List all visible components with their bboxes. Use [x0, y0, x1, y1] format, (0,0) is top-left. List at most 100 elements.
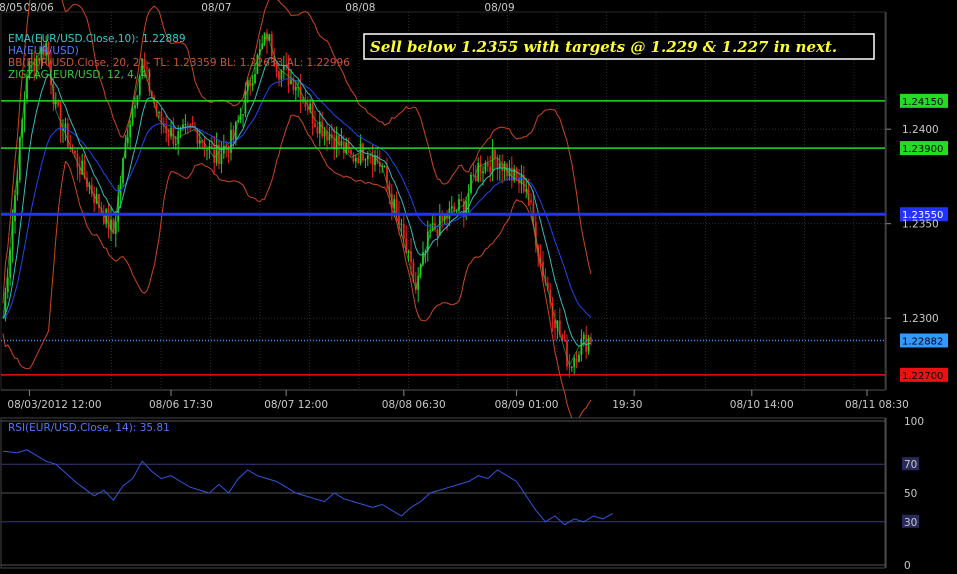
candle-body	[573, 358, 576, 367]
candle-body	[323, 131, 326, 137]
candle-body	[515, 168, 518, 178]
candle-body	[566, 340, 568, 367]
candle-body	[530, 200, 532, 203]
candle-body	[314, 123, 316, 128]
candle-body	[489, 166, 492, 172]
candle-body	[198, 140, 201, 144]
candle-body	[321, 121, 324, 137]
candle-body	[213, 148, 216, 163]
candle-body	[366, 155, 369, 160]
candle-body	[184, 124, 187, 126]
time-tick-label: 08/03/2012 12:00	[7, 399, 101, 411]
candle-body	[16, 180, 19, 196]
candle-body	[242, 114, 244, 116]
legend-entry: BB(EUR/USD.Close, 20, 2) - TL: 1.23359 B…	[8, 57, 350, 69]
candle-body	[299, 86, 302, 102]
candle-body	[114, 221, 117, 234]
rsi-tick-label: 0	[904, 560, 911, 572]
candle-body	[189, 124, 192, 126]
candle-body	[460, 199, 463, 202]
legend-entry: ZIGZAG(EUR/USD, 12, 4, 4)	[8, 69, 151, 81]
candle-body	[383, 166, 386, 168]
candle-body	[458, 199, 460, 211]
candle-body	[174, 143, 177, 145]
candle-body	[354, 158, 357, 162]
candle-body	[482, 171, 484, 174]
forex-chart[interactable]: 08/0508/0608/0708/0808/09 EMA(EUR/USD.Cl…	[0, 0, 957, 574]
rsi-panel[interactable]: RSI(EUR/USD.Close, 14): 35.81	[0, 417, 886, 569]
candle-body	[326, 131, 328, 141]
candle-body	[570, 366, 573, 368]
rsi-tick-label: 70	[904, 459, 917, 471]
price-tick-label: 1.2350	[902, 219, 939, 231]
rsi-tick-label: 100	[904, 416, 924, 428]
candle-body	[474, 175, 477, 182]
candle-body	[6, 277, 9, 293]
price-axis: 1.241501.239001.235501.228821.227001.230…	[885, 12, 948, 390]
price-tick-label: 1.2300	[902, 313, 939, 325]
candle-body	[578, 354, 580, 362]
candle-body	[590, 338, 592, 343]
candle-body	[316, 127, 319, 134]
annotation-banner: Sell below 1.2355 with targets @ 1.229 &…	[363, 33, 875, 60]
time-tick-label: 08/10 14:00	[730, 399, 794, 411]
candle-body	[357, 158, 360, 164]
legend-entry: HA(EUR/USD)	[8, 45, 79, 57]
candle-body	[167, 133, 170, 137]
candle-body	[158, 112, 160, 114]
candle-body	[342, 141, 345, 154]
candle-body	[66, 123, 69, 147]
time-tick-label: 08/06 17:30	[149, 399, 213, 411]
candle-body	[220, 153, 223, 164]
candle-body	[580, 339, 583, 355]
candle-body	[496, 158, 499, 169]
level-price-label: 1.22882	[902, 336, 943, 347]
price-tick-label: 1.2400	[902, 124, 939, 136]
time-tick-label: 08/11 08:30	[845, 399, 909, 411]
rsi-tick-label: 50	[904, 488, 917, 500]
candle-body	[494, 149, 496, 159]
time-tick-label: 08/07 12:00	[264, 399, 328, 411]
candle-body	[350, 149, 352, 155]
time-axis: 08/03/2012 12:00 08/06 17:30 08/07 12:00 08…	[1, 389, 909, 411]
candle-body	[186, 124, 189, 126]
level-price-label: 1.24150	[902, 97, 943, 108]
time-tick-label: 08/09 01:00	[495, 399, 559, 411]
candle-body	[407, 250, 410, 253]
candle-body	[294, 86, 297, 91]
candle-body	[270, 33, 273, 56]
rsi-tick-label: 30	[904, 517, 917, 529]
candle-body	[486, 162, 489, 167]
candle-body	[472, 174, 475, 176]
candle-body	[429, 230, 432, 232]
rsi-axis: 0 30 50 70 100	[885, 416, 924, 572]
candle-body	[278, 71, 280, 80]
candle-body	[364, 159, 367, 161]
candle-body	[129, 124, 132, 138]
candle-body	[450, 206, 453, 209]
candle-body	[395, 199, 398, 213]
candle-body	[400, 223, 403, 225]
candle-body	[251, 83, 254, 87]
rsi-legend: RSI(EUR/USD.Close, 14): 35.81	[8, 422, 170, 434]
candle-body	[254, 74, 256, 84]
candle-body	[402, 223, 405, 239]
candle-body	[359, 143, 362, 164]
candle-body	[134, 105, 136, 109]
candle-body	[477, 162, 480, 182]
time-tick-label: 08/08 06:30	[382, 399, 446, 411]
candle-body	[206, 149, 208, 151]
candle-body	[491, 149, 494, 172]
candle-body	[582, 334, 585, 340]
candle-body	[369, 155, 372, 157]
time-tick-label: 19:30	[612, 399, 642, 411]
candle-body	[431, 223, 434, 231]
candle-body	[59, 105, 62, 131]
candle-body	[585, 334, 588, 352]
candle-body	[410, 250, 412, 263]
candle-body	[455, 210, 458, 212]
candle-body	[479, 162, 482, 174]
candle-body	[340, 141, 343, 146]
candle-body	[74, 150, 76, 154]
candle-body	[371, 155, 374, 166]
